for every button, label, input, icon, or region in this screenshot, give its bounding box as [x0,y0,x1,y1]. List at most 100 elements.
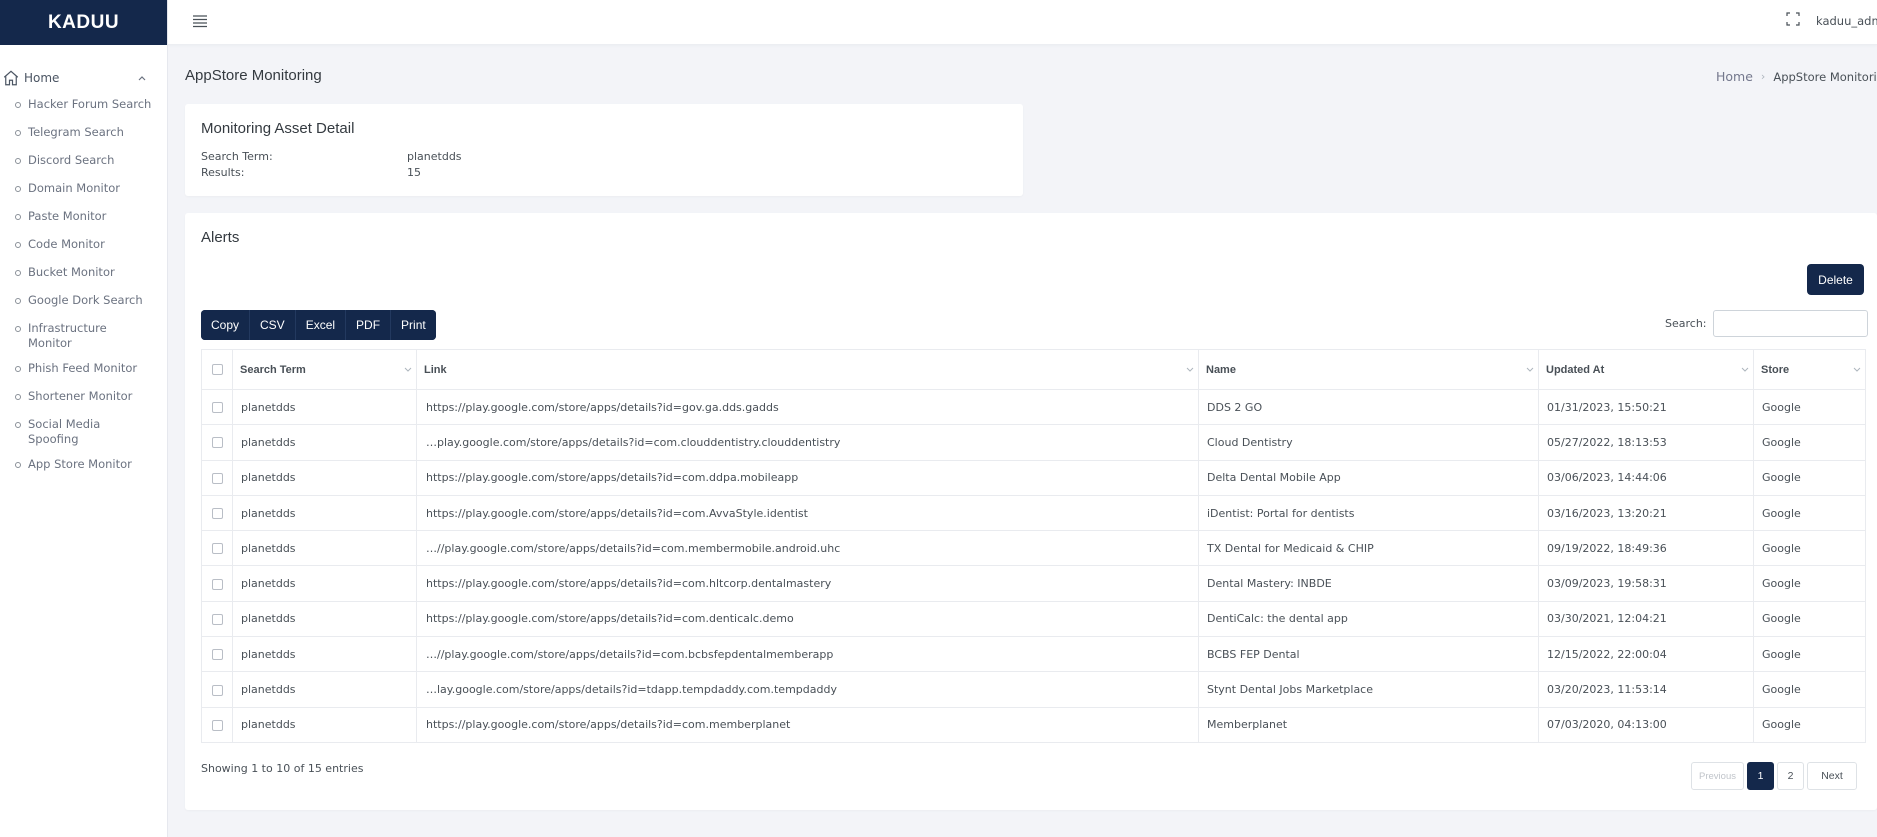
csv-button[interactable]: CSV [250,310,296,340]
circle-icon [15,298,21,304]
next-page-button[interactable]: Next [1807,762,1857,790]
cell-link[interactable]: https://play.google.com/store/apps/detai… [416,600,1199,638]
cell-search-term: planetdds [232,600,417,638]
table-row[interactable]: planetdds https://play.google.com/store/a… [201,600,1866,638]
sort-icon [1186,367,1194,372]
hamburger-menu-icon[interactable] [192,14,208,28]
table-row[interactable]: planetdds https://play.google.com/store/a… [201,494,1866,532]
row-select-cell [201,459,233,496]
row-checkbox[interactable] [211,649,223,661]
sidebar-item-google-dork-search[interactable]: Google Dork Search [0,289,167,317]
row-checkbox[interactable] [211,543,223,555]
column-header-search-term[interactable]: Search Term [232,349,417,390]
cell-updated-at: 03/20/2023, 11:53:14 [1538,671,1754,708]
row-checkbox[interactable] [211,719,223,731]
row-select-cell [201,636,233,673]
table-row[interactable]: planetdds …//play.google.com/store/apps/d… [201,636,1866,673]
alerts-title: Alerts [201,229,240,246]
sidebar-item-home[interactable]: Home [0,67,167,89]
column-header-link[interactable]: Link [416,349,1199,390]
cell-link[interactable]: …//play.google.com/store/apps/details?id… [416,530,1199,567]
row-checkbox[interactable] [211,508,223,520]
circle-icon [15,394,21,400]
cell-name: Stynt Dental Jobs Marketplace [1198,671,1539,708]
previous-page-button[interactable]: Previous [1691,762,1744,790]
cell-search-term: planetdds [232,530,417,567]
cell-link[interactable]: https://play.google.com/store/apps/detai… [416,494,1199,532]
cell-updated-at: 09/19/2022, 18:49:36 [1538,530,1754,567]
sidebar-item-phish-feed-monitor[interactable]: Phish Feed Monitor [0,357,167,385]
sidebar-item-discord-search[interactable]: Discord Search [0,149,167,177]
select-all-checkbox[interactable] [211,364,223,376]
cell-link[interactable]: https://play.google.com/store/apps/detai… [416,565,1199,602]
cell-link[interactable]: https://play.google.com/store/apps/detai… [416,388,1199,426]
brand-logo[interactable]: KADUU [0,0,167,45]
cell-link[interactable]: https://play.google.com/store/apps/detai… [416,706,1199,743]
sidebar-item-domain-monitor[interactable]: Domain Monitor [0,177,167,205]
topbar: kaduu_admin [168,0,1877,45]
delete-button[interactable]: Delete [1807,264,1864,295]
row-checkbox[interactable] [211,402,223,414]
column-label: Link [424,363,447,376]
cell-link[interactable]: …//play.google.com/store/apps/details?id… [416,636,1199,673]
cell-link[interactable]: …play.google.com/store/apps/details?id=c… [416,424,1199,461]
fullscreen-icon[interactable] [1786,12,1800,26]
user-menu[interactable]: kaduu_admin [1816,14,1877,28]
cell-search-term: planetdds [232,636,417,673]
table-row[interactable]: planetdds …play.google.com/store/apps/det… [201,424,1866,461]
cell-search-term: planetdds [232,459,417,496]
row-checkbox[interactable] [211,684,223,696]
row-select-cell [201,424,233,461]
cell-link[interactable]: …lay.google.com/store/apps/details?id=td… [416,671,1199,708]
page-button-1[interactable]: 1 [1747,762,1774,790]
cell-name: DentiCalc: the dental app [1198,600,1539,638]
cell-store: Google [1753,671,1866,708]
excel-button[interactable]: Excel [295,310,347,340]
table-row[interactable]: planetdds https://play.google.com/store/a… [201,388,1866,426]
cell-store: Google [1753,600,1866,638]
column-header-store[interactable]: Store [1753,349,1866,390]
cell-link[interactable]: https://play.google.com/store/apps/detai… [416,459,1199,496]
table-row[interactable]: planetdds https://play.google.com/store/a… [201,706,1866,743]
table-row[interactable]: planetdds …//play.google.com/store/apps/d… [201,530,1866,567]
table-row[interactable]: planetdds https://play.google.com/store/a… [201,459,1866,496]
sidebar-item-social-media-spoofing[interactable]: Social Media Spoofing [0,413,167,453]
copy-button[interactable]: Copy [201,310,251,340]
cell-updated-at: 07/03/2020, 04:13:00 [1538,706,1754,743]
export-button-group: Copy CSV Excel PDF Print [201,310,436,340]
column-label: Updated At [1546,363,1605,376]
page-button-2[interactable]: 2 [1777,762,1804,790]
page-title: AppStore Monitoring [185,67,322,84]
row-checkbox[interactable] [211,613,223,625]
row-checkbox[interactable] [211,437,223,449]
sidebar-item-label: Social Media Spoofing [28,417,101,446]
pdf-button[interactable]: PDF [346,310,392,340]
row-checkbox[interactable] [211,472,223,484]
table-row[interactable]: planetdds …lay.google.com/store/apps/deta… [201,671,1866,708]
sidebar-item-code-monitor[interactable]: Code Monitor [0,233,167,261]
row-select-cell [201,388,233,426]
sidebar-item-paste-monitor[interactable]: Paste Monitor [0,205,167,233]
column-header-updated-at[interactable]: Updated At [1538,349,1754,390]
column-label: Name [1206,363,1236,376]
table-row[interactable]: planetdds https://play.google.com/store/a… [201,565,1866,602]
sidebar-item-label: Discord Search [28,153,115,167]
sidebar-item-bucket-monitor[interactable]: Bucket Monitor [0,261,167,289]
cell-name: Cloud Dentistry [1198,424,1539,461]
cell-name: DDS 2 GO [1198,388,1539,426]
sidebar-item-infrastructure-monitor[interactable]: Infrastructure Monitor [0,317,167,357]
cell-search-term: planetdds [232,494,417,532]
sidebar-item-app-store-monitor[interactable]: App Store Monitor [0,453,167,481]
sidebar-item-label: Google Dork Search [28,293,143,307]
sidebar-item-shortener-monitor[interactable]: Shortener Monitor [0,385,167,413]
row-checkbox[interactable] [211,578,223,590]
print-button[interactable]: Print [391,310,436,340]
column-header-name[interactable]: Name [1198,349,1539,390]
search-input[interactable] [1712,310,1868,337]
alerts-table-body: planetdds https://play.google.com/store/a… [201,388,1866,743]
breadcrumb-home[interactable]: Home [1716,69,1753,84]
sidebar-item-telegram-search[interactable]: Telegram Search [0,121,167,149]
row-select-cell [201,600,233,638]
sidebar-item-hacker-forum-search[interactable]: Hacker Forum Search [0,93,167,121]
cell-store: Google [1753,706,1866,743]
